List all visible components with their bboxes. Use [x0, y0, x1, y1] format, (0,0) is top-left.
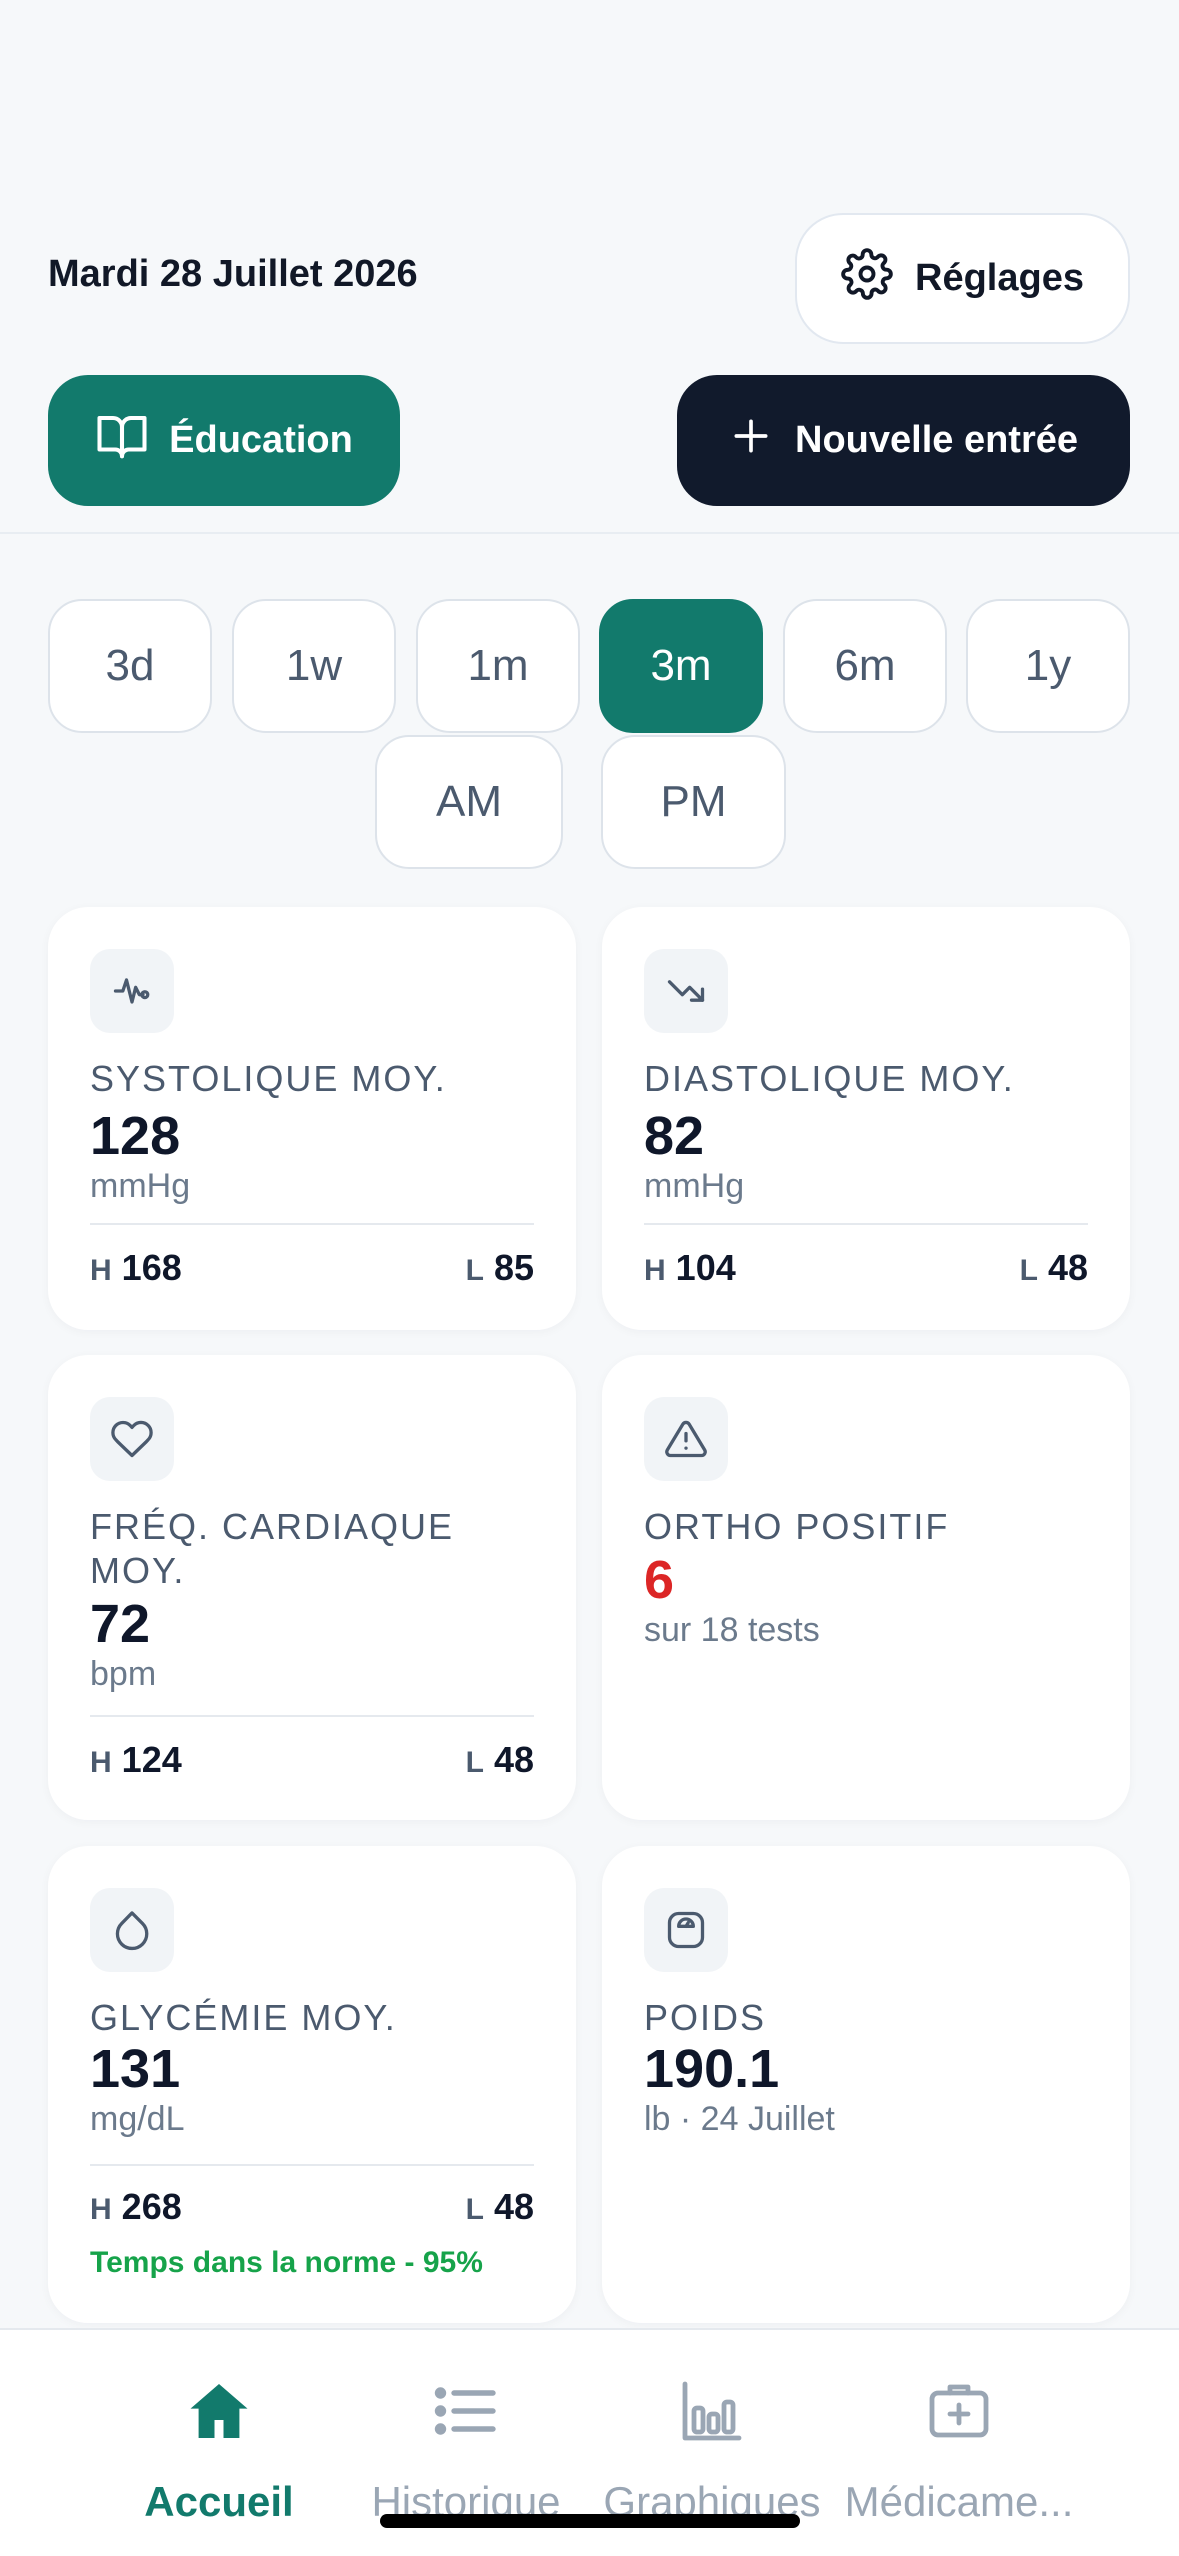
settings-label: Réglages	[915, 257, 1084, 299]
range-chip-3m[interactable]: 3m	[599, 599, 763, 733]
range-chip-1y[interactable]: 1y	[966, 599, 1130, 733]
diastolic-low: 48	[1047, 1247, 1088, 1288]
glucose-low: 48	[493, 2186, 534, 2227]
weight-label: POIDS	[644, 1997, 767, 2038]
ortho-card[interactable]: ORTHO POSITIF 6 sur 18 tests	[602, 1355, 1130, 1820]
ortho-subtext: sur 18 tests	[644, 1611, 820, 1649]
low-key: L	[465, 2193, 484, 2226]
plus-icon	[729, 414, 773, 468]
diastolic-label: DIASTOLIQUE MOY.	[644, 1058, 1015, 1099]
education-button[interactable]: Éducation	[48, 375, 400, 506]
low-key: L	[465, 1746, 484, 1779]
diastolic-card[interactable]: DIASTOLIQUE MOY. 82 mmHg H 104 L 48	[602, 907, 1130, 1330]
book-open-icon	[95, 409, 149, 473]
diastolic-value: 82	[644, 1106, 705, 1166]
range-chip-1w[interactable]: 1w	[232, 599, 396, 733]
weight-value: 190.1	[644, 2039, 780, 2099]
systolic-value: 128	[90, 1106, 181, 1166]
glucose-high: 268	[121, 2186, 182, 2227]
systolic-unit: mmHg	[90, 1167, 191, 1205]
heart-rate-range: H 124 L 48	[90, 1739, 534, 1781]
systolic-range: H 168 L 85	[90, 1247, 534, 1289]
range-chip-1m[interactable]: 1m	[416, 599, 580, 733]
glucose-card[interactable]: GLYCÉMIE MOY. 131 mg/dL H 268 L 48 Temps d…	[48, 1846, 576, 2323]
heart-rate-high: 124	[121, 1739, 182, 1780]
period-chip-am[interactable]: AM	[375, 735, 563, 869]
systolic-divider	[90, 1223, 534, 1225]
glucose-value: 131	[90, 2039, 181, 2099]
new-entry-button[interactable]: Nouvelle entrée	[677, 375, 1130, 506]
heart-rate-card[interactable]: FRÉQ. CARDIAQUE MOY. 72 bpm H 124 L 48	[48, 1355, 576, 1820]
ortho-label: ORTHO POSITIF	[644, 1506, 950, 1547]
weight-card[interactable]: POIDS 190.1 lb · 24 Juillet	[602, 1846, 1130, 2323]
range-chip-6m[interactable]: 6m	[783, 599, 947, 733]
diastolic-range: H 104 L 48	[644, 1247, 1088, 1289]
weight-subtext: lb · 24 Juillet	[644, 2100, 835, 2138]
heart-rate-low: 48	[493, 1739, 534, 1780]
glucose-divider	[90, 2164, 534, 2166]
tab-meds[interactable]: Médicame...	[829, 2330, 1089, 2556]
list-icon	[336, 2375, 596, 2447]
trending-down-icon	[644, 949, 728, 1033]
heart-rate-value: 72	[90, 1594, 151, 1654]
glucose-unit: mg/dL	[90, 2100, 185, 2138]
bar-chart-icon	[582, 2375, 842, 2447]
low-key: L	[465, 1254, 484, 1287]
systolic-high: 168	[121, 1247, 182, 1288]
home-indicator	[380, 2514, 800, 2528]
heart-rate-unit: bpm	[90, 1655, 157, 1693]
glucose-label: GLYCÉMIE MOY.	[90, 1997, 397, 2038]
ortho-value: 6	[644, 1550, 675, 1610]
time-in-range: Temps dans la norme - 95%	[90, 2246, 483, 2279]
header-divider	[0, 532, 1179, 534]
diastolic-high: 104	[675, 1247, 736, 1288]
home-icon	[89, 2375, 349, 2447]
high-key: H	[90, 1254, 112, 1287]
scale-icon	[644, 1888, 728, 1972]
activity-icon	[90, 949, 174, 1033]
systolic-label: SYSTOLIQUE MOY.	[90, 1058, 447, 1099]
heart-rate-label: FRÉQ. CARDIAQUE MOY.	[90, 1506, 455, 1591]
diastolic-unit: mmHg	[644, 1167, 745, 1205]
date-label: Mardi 28 Juillet 2026	[48, 253, 418, 295]
systolic-card[interactable]: SYSTOLIQUE MOY. 128 mmHg H 168 L 85	[48, 907, 576, 1330]
warning-triangle-icon	[644, 1397, 728, 1481]
high-key: H	[90, 2193, 112, 2226]
high-key: H	[644, 1254, 666, 1287]
tab-meds-label: Médicame...	[844, 2478, 1074, 2525]
medical-kit-icon	[829, 2375, 1089, 2447]
high-key: H	[90, 1746, 112, 1779]
settings-button[interactable]: Réglages	[795, 213, 1130, 344]
heart-icon	[90, 1397, 174, 1481]
droplet-icon	[90, 1888, 174, 1972]
range-chip-3d[interactable]: 3d	[48, 599, 212, 733]
new-entry-label: Nouvelle entrée	[795, 419, 1078, 461]
gear-icon	[841, 247, 893, 310]
low-key: L	[1019, 1254, 1038, 1287]
education-label: Éducation	[169, 419, 353, 461]
heart-rate-divider	[90, 1715, 534, 1717]
glucose-range: H 268 L 48	[90, 2186, 534, 2228]
diastolic-divider	[644, 1223, 1088, 1225]
period-chip-pm[interactable]: PM	[601, 735, 786, 869]
systolic-low: 85	[493, 1247, 534, 1288]
